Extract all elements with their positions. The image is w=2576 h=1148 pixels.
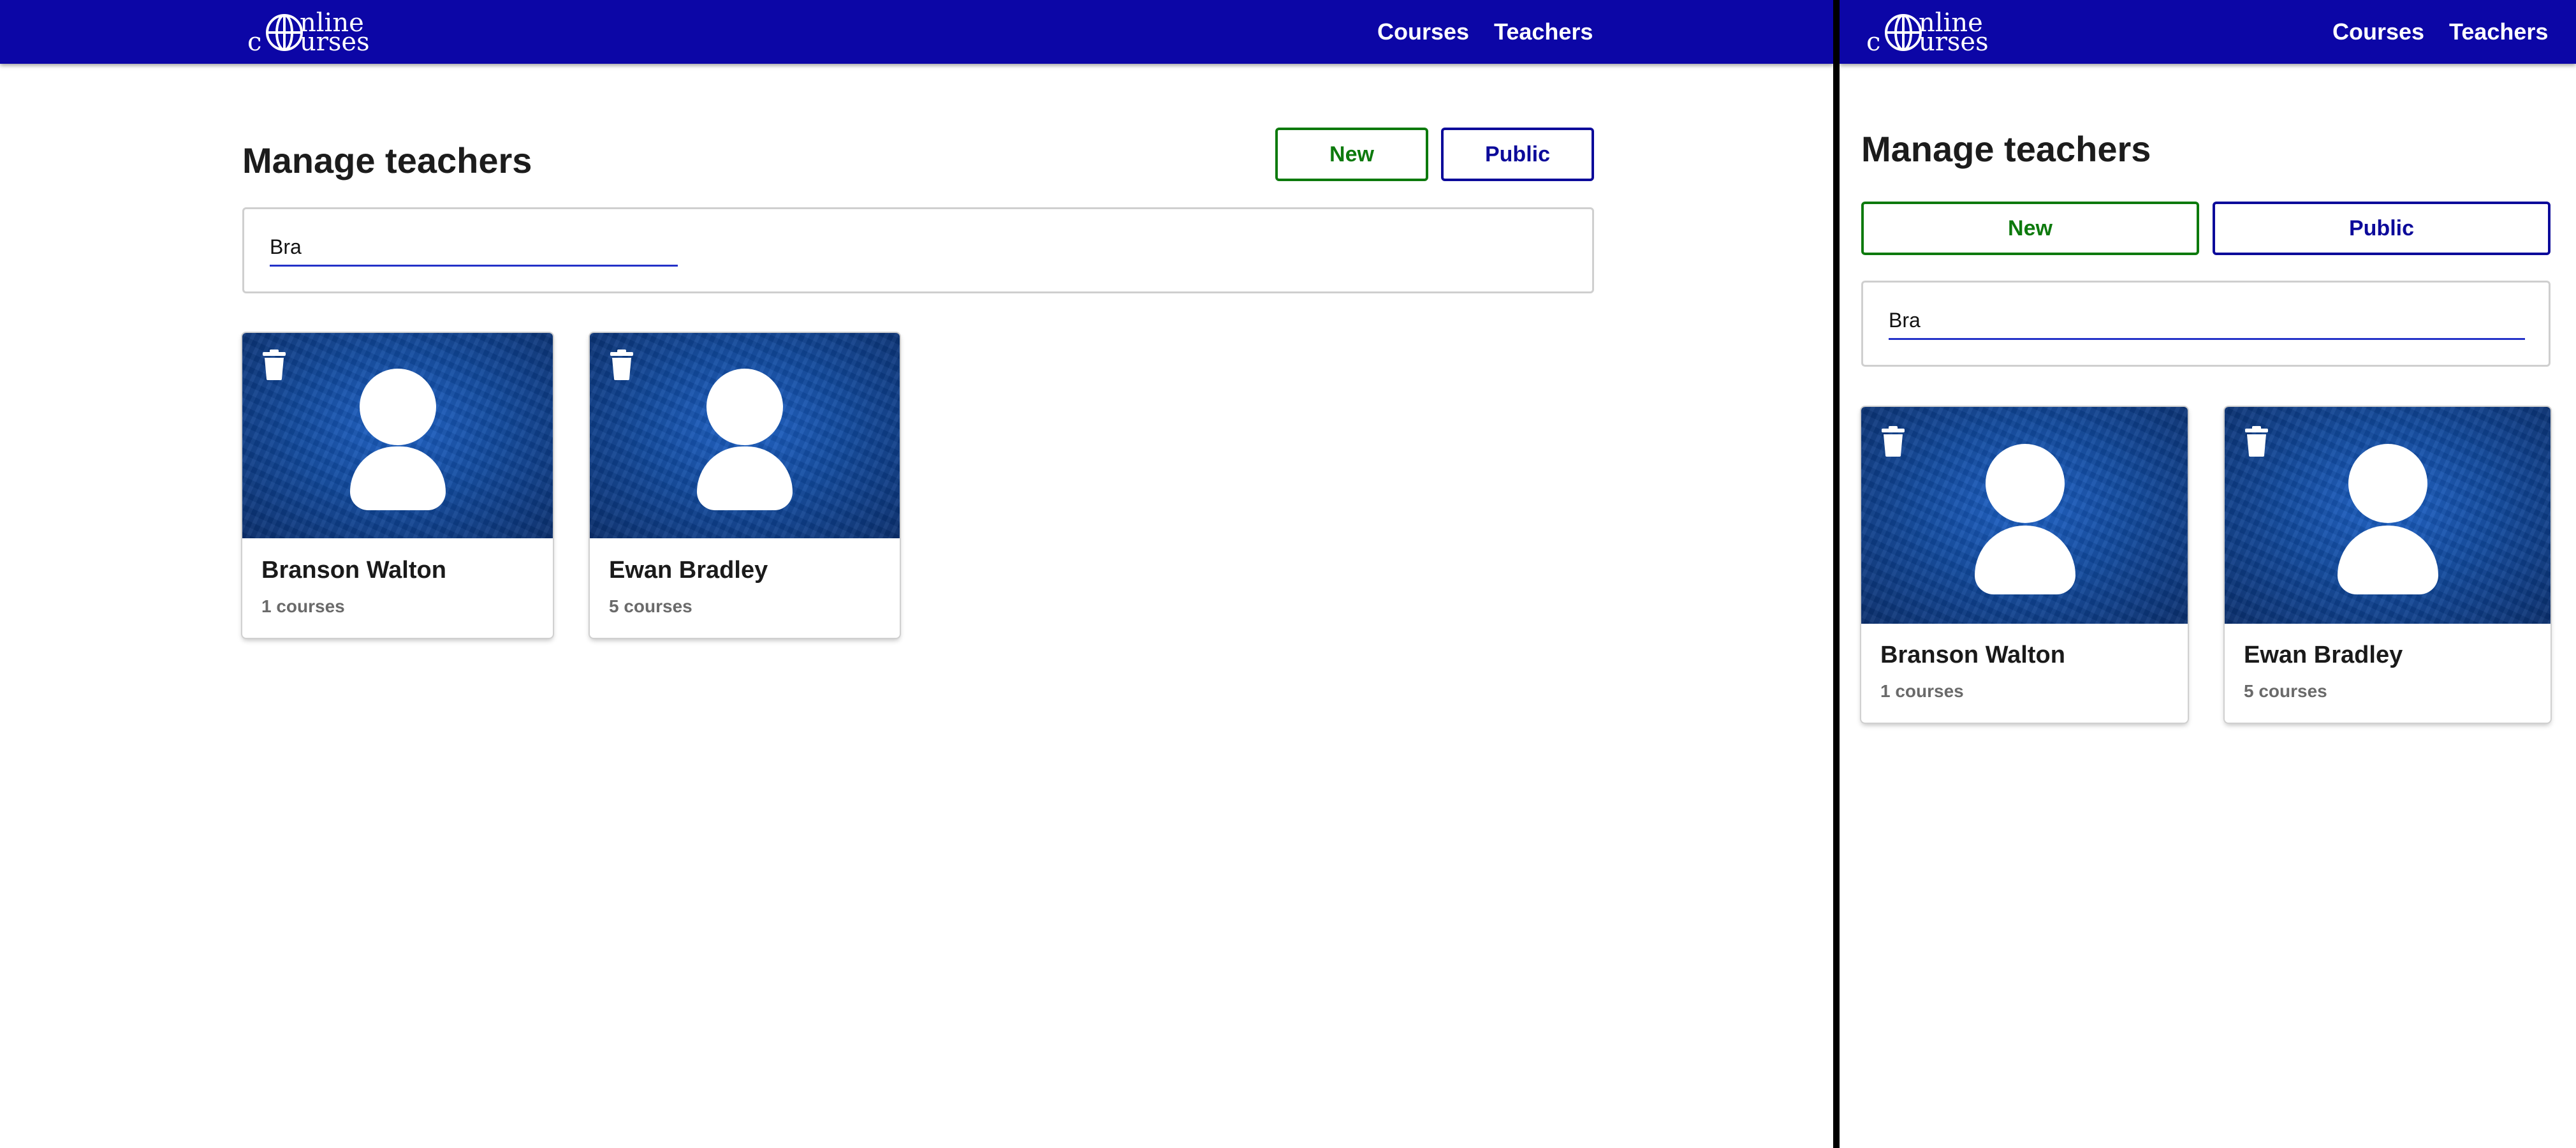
teacher-photo — [2225, 407, 2550, 624]
search-panel — [1861, 281, 2550, 367]
globe-icon — [266, 14, 303, 51]
teacher-course-count: 1 courses — [1880, 681, 1964, 701]
logo[interactable]: nline c urses — [1866, 10, 2000, 57]
trash-icon[interactable] — [2245, 426, 2268, 457]
logo-text-c: c — [247, 27, 262, 57]
teacher-name: Branson Walton — [1880, 642, 2065, 668]
nav-courses-link[interactable]: Courses — [2332, 18, 2424, 46]
search-panel — [242, 207, 1594, 293]
page-title: Manage teachers — [242, 140, 532, 180]
desktop-view: nline c urses Courses Teachers Manage te… — [0, 0, 1833, 1148]
teacher-card[interactable]: Branson Walton 1 courses — [1861, 407, 2188, 723]
teacher-name: Ewan Bradley — [2244, 642, 2403, 668]
user-icon — [2348, 444, 2427, 523]
navbar: nline c urses Courses Teachers — [1840, 0, 2576, 64]
viewport-divider — [1833, 0, 1840, 1148]
teacher-name: Branson Walton — [261, 557, 446, 584]
trash-icon[interactable] — [1882, 426, 1905, 457]
globe-icon — [1885, 14, 1922, 51]
trash-icon[interactable] — [610, 350, 633, 380]
navbar: nline c urses Courses Teachers — [0, 0, 1833, 64]
user-icon — [706, 369, 783, 445]
logo-text-bottom: urses — [300, 27, 370, 57]
new-button[interactable]: New — [1275, 128, 1428, 181]
logo-text-bottom: urses — [1919, 27, 1989, 57]
logo-text-c: c — [1866, 27, 1881, 57]
public-button[interactable]: Public — [2213, 202, 2550, 255]
user-icon — [1986, 444, 2065, 523]
teacher-card[interactable]: Branson Walton 1 courses — [242, 333, 553, 638]
teacher-course-count: 1 courses — [261, 596, 345, 616]
logo[interactable]: nline c urses — [247, 10, 381, 57]
new-button[interactable]: New — [1861, 202, 2199, 255]
teacher-course-count: 5 courses — [2244, 681, 2327, 701]
public-button[interactable]: Public — [1441, 128, 1594, 181]
teacher-photo — [590, 333, 900, 538]
user-icon — [360, 369, 436, 445]
mobile-view: nline c urses Courses Teachers Manage te… — [1840, 0, 2576, 1148]
teacher-name: Ewan Bradley — [609, 557, 768, 584]
teacher-card[interactable]: Ewan Bradley 5 courses — [590, 333, 900, 638]
search-input[interactable] — [1889, 308, 2525, 340]
nav-teachers-link[interactable]: Teachers — [2449, 18, 2548, 46]
teacher-photo — [1861, 407, 2188, 624]
teacher-card[interactable]: Ewan Bradley 5 courses — [2225, 407, 2550, 723]
trash-icon[interactable] — [263, 350, 286, 380]
teacher-photo — [242, 333, 553, 538]
nav-teachers-link[interactable]: Teachers — [1494, 18, 1593, 46]
teacher-course-count: 5 courses — [609, 596, 692, 616]
page-title: Manage teachers — [1861, 129, 2151, 169]
search-input[interactable] — [270, 235, 678, 267]
nav-courses-link[interactable]: Courses — [1377, 18, 1469, 46]
